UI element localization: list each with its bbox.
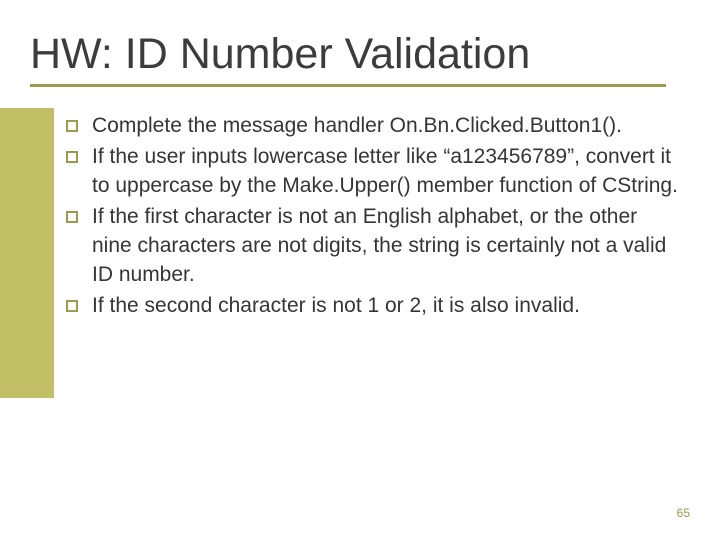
slide-title: HW: ID Number Validation (30, 30, 530, 79)
accent-sidebar (0, 108, 54, 398)
bullet-icon (66, 211, 78, 223)
bullet-text: Complete the message handler On.Bn.Click… (92, 112, 622, 141)
title-underline (30, 84, 666, 87)
bullet-icon (66, 300, 78, 312)
bullet-text: If the first character is not an English… (92, 203, 682, 290)
bullet-text: If the user inputs lowercase letter like… (92, 143, 682, 201)
list-item: If the user inputs lowercase letter like… (66, 143, 682, 201)
page-number: 65 (677, 506, 690, 520)
list-item: If the first character is not an English… (66, 203, 682, 290)
list-item: If the second character is not 1 or 2, i… (66, 292, 682, 321)
body-content: Complete the message handler On.Bn.Click… (66, 112, 682, 323)
bullet-text: If the second character is not 1 or 2, i… (92, 292, 580, 321)
bullet-icon (66, 151, 78, 163)
list-item: Complete the message handler On.Bn.Click… (66, 112, 682, 141)
bullet-icon (66, 120, 78, 132)
slide: HW: ID Number Validation Complete the me… (0, 0, 720, 540)
